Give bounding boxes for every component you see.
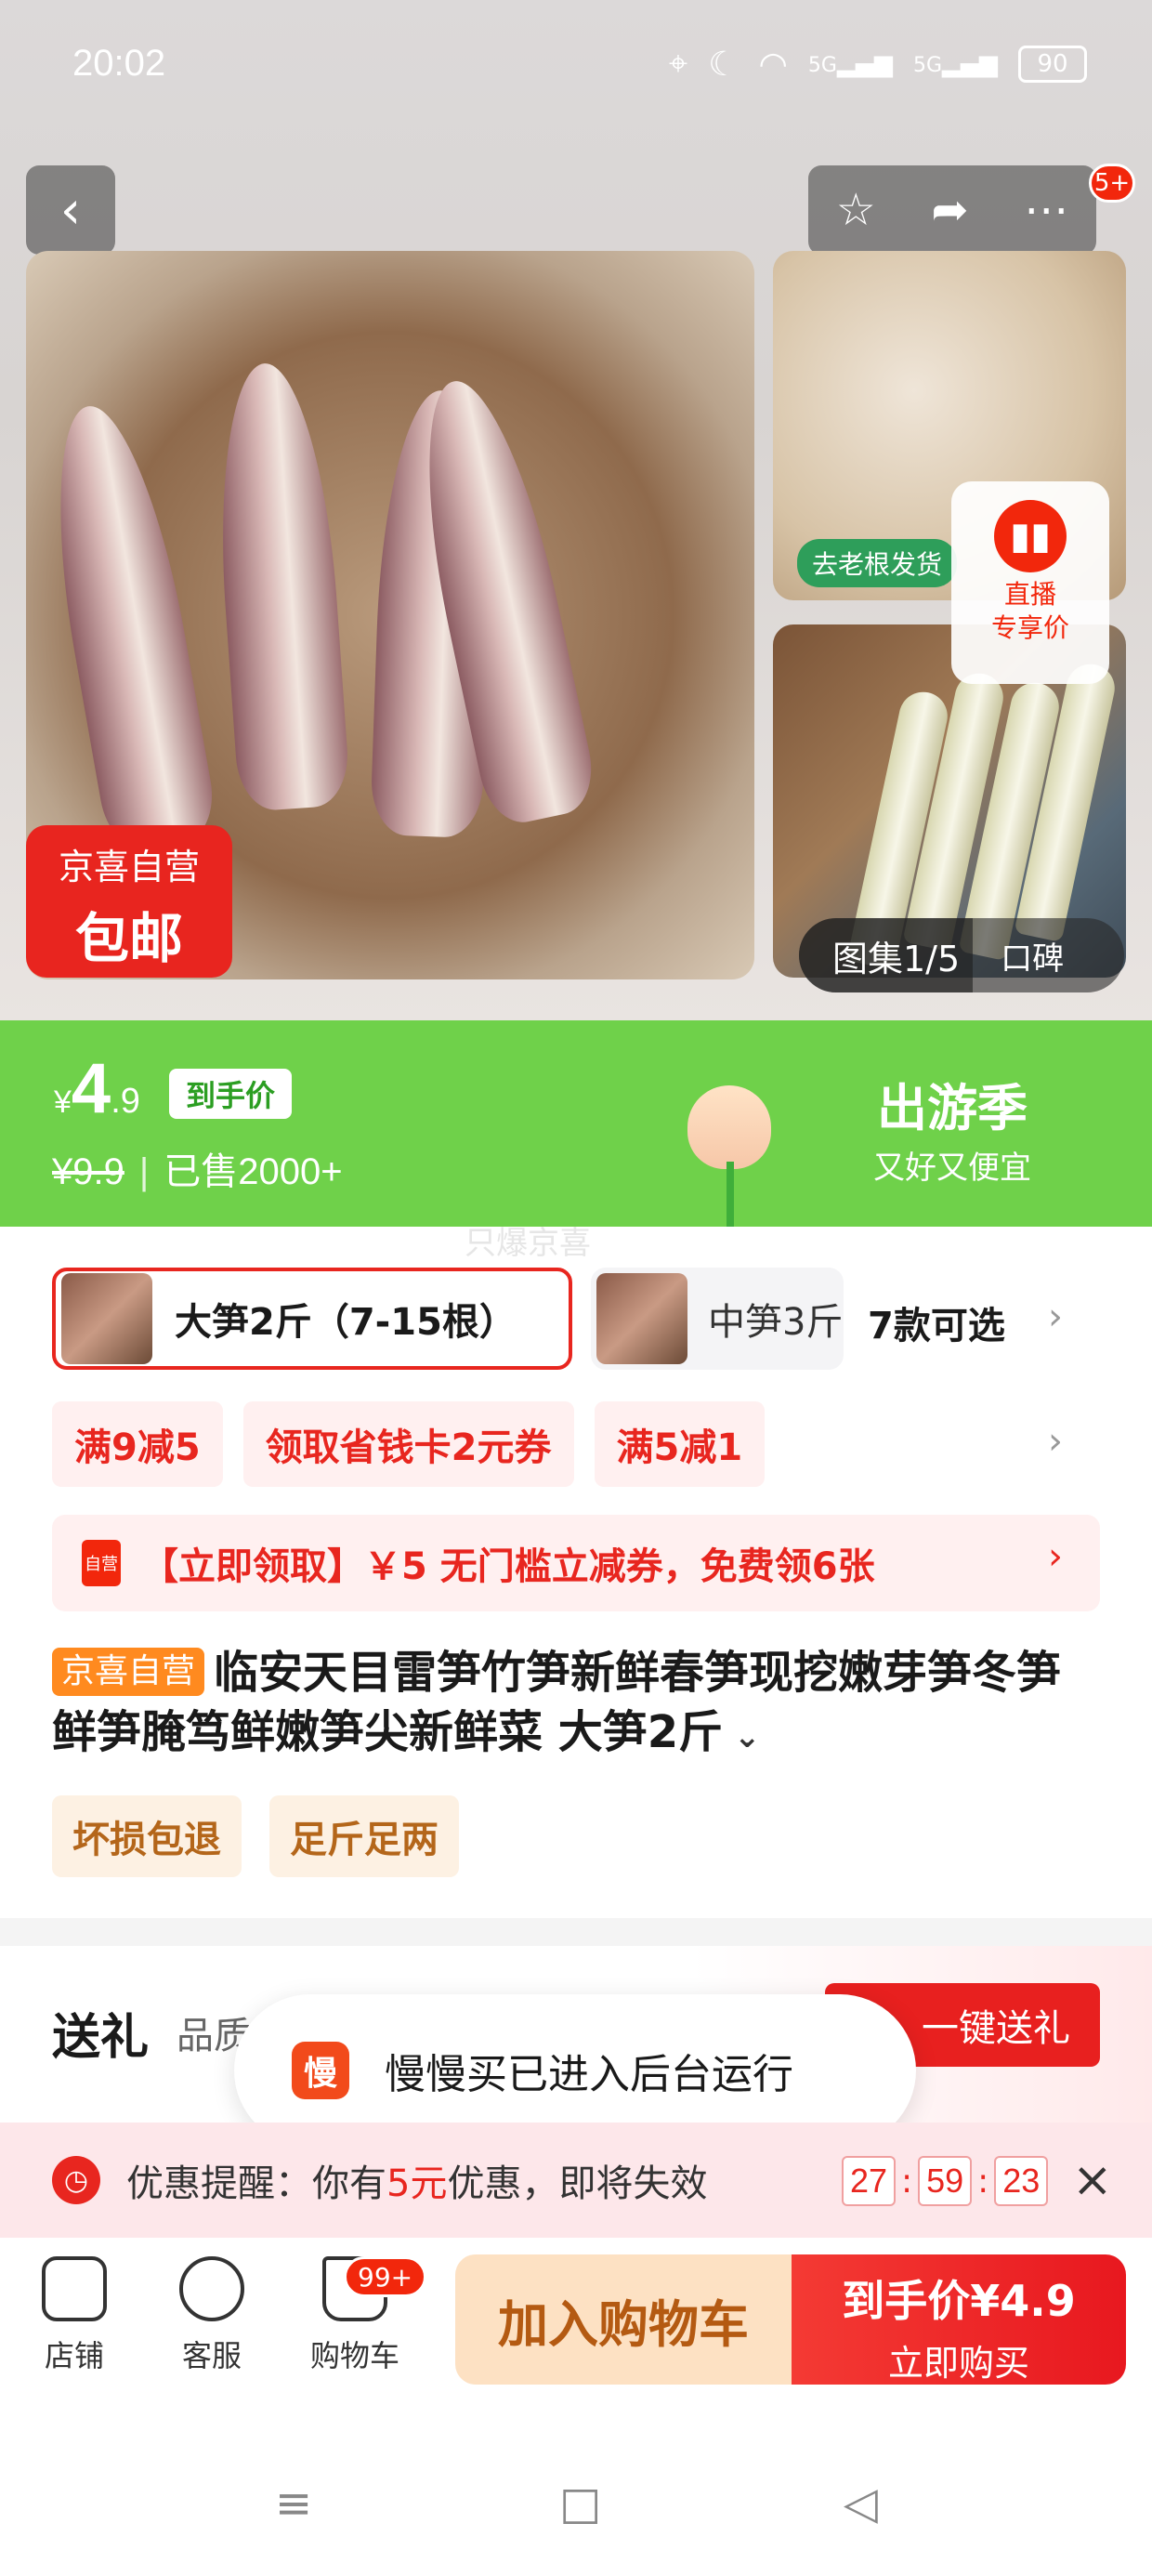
store-icon	[42, 2256, 107, 2321]
watermark: 只爆京喜	[465, 1225, 591, 1262]
wifi-icon: ◠	[758, 45, 788, 84]
moon-icon: ☾	[708, 45, 739, 84]
live-icon: ▮▮	[994, 500, 1067, 572]
guarantee-tag: 足斤足两	[269, 1795, 459, 1877]
app-icon: 慢	[292, 2042, 349, 2099]
menu-icon[interactable]: ≡	[275, 2477, 312, 2530]
guarantee-list: 坏损包退 足斤足两	[52, 1795, 459, 1877]
sku-thumbnail	[596, 1273, 687, 1364]
bamboo-shoot-image	[208, 359, 351, 813]
cart-count-badge: 99+	[344, 2256, 427, 2297]
sku-option-selected[interactable]: 大笋2斤（7-15根）	[52, 1268, 572, 1370]
current-price: ¥4.9	[54, 1049, 140, 1128]
favorite-star-icon[interactable]: ☆	[836, 184, 876, 236]
coupon-tag[interactable]: 满9减5	[52, 1401, 223, 1487]
share-icon[interactable]: ➦	[931, 184, 968, 236]
store-tag: 京喜自营	[52, 1648, 205, 1696]
sold-count: 已售2000+	[164, 1151, 343, 1192]
shop-button[interactable]: 店铺	[19, 2256, 130, 2375]
smiley-icon	[179, 2256, 244, 2321]
battery-icon: 90	[1018, 46, 1087, 83]
coupon-icon: 自营	[82, 1540, 121, 1586]
tulip-decoration	[669, 1069, 780, 1227]
season-promo: 出游季 又好又便宜	[873, 1079, 1031, 1187]
more-icon[interactable]: ⋯	[1024, 184, 1068, 236]
coupon-claim-banner[interactable]: 自营 【立即领取】￥5 无门槛立减券，免费领6张	[52, 1515, 1100, 1611]
thumbnail-tag: 去老根发货	[797, 539, 958, 587]
message-badge: 5+	[1089, 164, 1135, 203]
back-triangle-icon[interactable]: ◁	[844, 2477, 878, 2530]
signal-icon-2: 5G▂▄▆	[912, 50, 998, 78]
guarantee-tag: 坏损包退	[52, 1795, 242, 1877]
top-action-group: ☆ ➦ ⋯	[808, 165, 1096, 255]
clock-icon: ◷	[52, 2156, 100, 2204]
live-price-button[interactable]: ▮▮ 直播 专享价	[951, 481, 1109, 684]
home-square-icon[interactable]: □	[559, 2477, 601, 2530]
status-bar: 20:02 ⌖ ☾ ◠ 5G▂▄▆ 5G▂▄▆ 90	[0, 0, 1152, 139]
expand-chevron-icon[interactable]: ⌄	[723, 1718, 761, 1755]
countdown-timer: 27: 59: 23	[842, 2156, 1049, 2206]
chevron-right-icon[interactable]: ›	[1048, 1535, 1063, 1578]
price-meta: ¥9.9 | 已售2000+	[52, 1151, 343, 1192]
add-to-cart-button[interactable]: 加入购物车	[455, 2254, 792, 2385]
product-title: 京喜自营 临安天目雷笋竹笋新鲜春笋现挖嫩芽笋冬笋鲜笋腌笃鲜嫩笋尖新鲜菜 大笋2斤 …	[52, 1647, 1062, 1758]
coupon-list: 满9减5 领取省钱卡2元券 满5减1	[52, 1401, 766, 1487]
location-icon: ⌖	[668, 45, 688, 83]
sku-option[interactable]: 中笋3斤	[591, 1268, 844, 1370]
store-shipping-tag: 京喜自营 包邮	[26, 825, 232, 978]
gallery-reviews-toggle[interactable]: 图集1/5 口碑	[799, 918, 1124, 992]
close-icon[interactable]: ×	[1072, 2152, 1113, 2208]
sku-thumbnail	[61, 1273, 152, 1364]
status-time: 20:02	[72, 43, 166, 84]
reviews-tab[interactable]: 口碑	[973, 933, 1064, 979]
back-button[interactable]: ‹	[26, 165, 115, 255]
gift-title: 送礼	[52, 2010, 150, 2066]
buy-now-button[interactable]: 到手价¥4.9 立即购买	[792, 2254, 1126, 2385]
coupon-tag[interactable]: 领取省钱卡2元券	[242, 1401, 574, 1487]
gallery-counter[interactable]: 图集1/5	[799, 918, 974, 992]
sku-more-button[interactable]: 7款可选	[868, 1295, 1005, 1349]
chevron-right-icon[interactable]: ›	[1048, 1295, 1063, 1338]
customer-service-button[interactable]: 客服	[156, 2256, 268, 2375]
original-price: ¥9.9	[52, 1151, 124, 1192]
status-icons: ⌖ ☾ ◠ 5G▂▄▆ 5G▂▄▆ 90	[669, 45, 1087, 84]
coupon-tag[interactable]: 满5减1	[594, 1401, 766, 1487]
hand-price-tag: 到手价	[169, 1069, 293, 1119]
chevron-left-icon: ‹	[59, 179, 82, 241]
bamboo-shoot-image	[33, 396, 221, 856]
chevron-right-icon[interactable]: ›	[1048, 1420, 1063, 1463]
signal-icon: 5G▂▄▆	[807, 50, 893, 78]
